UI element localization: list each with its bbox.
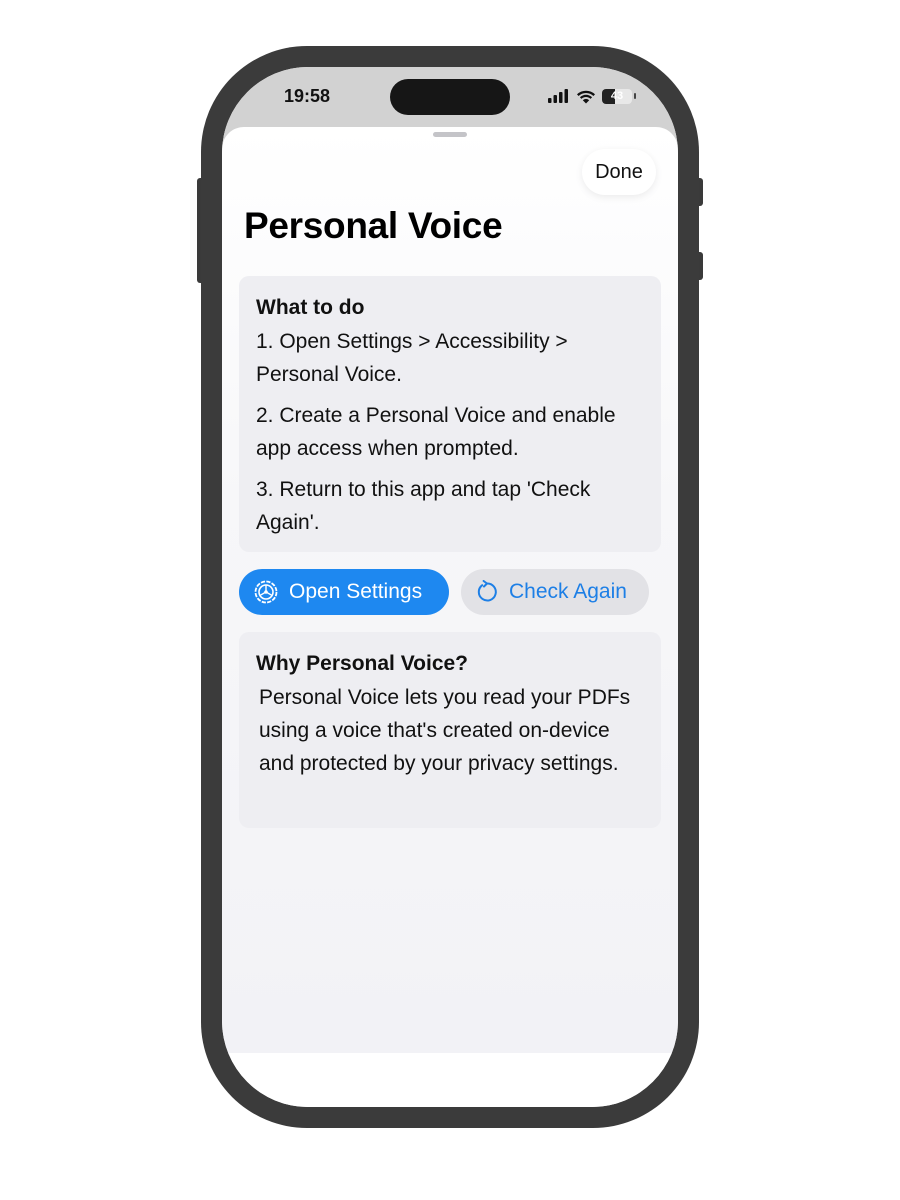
personal-voice-sheet: Done Personal Voice What to do 1. Open S… bbox=[222, 127, 678, 1053]
why-card: Why Personal Voice? Personal Voice lets … bbox=[239, 632, 661, 828]
open-settings-label: Open Settings bbox=[289, 580, 423, 603]
check-again-button[interactable]: Check Again bbox=[461, 569, 649, 615]
refresh-icon bbox=[477, 580, 497, 602]
instruction-step-2: 2. Create a Personal Voice and enable ap… bbox=[256, 404, 616, 460]
why-heading: Why Personal Voice? bbox=[256, 652, 468, 675]
wifi-icon bbox=[577, 90, 595, 103]
battery-percentage: 43 bbox=[610, 90, 624, 102]
instruction-step-3: 3. Return to this app and tap 'Check Aga… bbox=[256, 478, 591, 534]
battery-icon: 43 bbox=[602, 88, 632, 104]
signal-icon bbox=[548, 89, 568, 103]
phone-screen: 19:58 43 Done Personal Voice What to do … bbox=[222, 67, 678, 1107]
action-buttons: Open Settings Check Again bbox=[239, 569, 649, 615]
dynamic-island bbox=[390, 79, 510, 115]
instructions-card: What to do 1. Open Settings > Accessibil… bbox=[239, 276, 661, 552]
instruction-step-1: 1. Open Settings > Accessibility > Perso… bbox=[256, 330, 568, 386]
battery-cap bbox=[634, 93, 636, 99]
check-again-label: Check Again bbox=[509, 580, 627, 603]
home-indicator-area bbox=[222, 1053, 678, 1107]
why-body: Personal Voice lets you read your PDFs u… bbox=[259, 686, 631, 775]
gear-icon bbox=[254, 580, 278, 604]
stage: 19:58 43 Done Personal Voice What to do … bbox=[0, 0, 900, 1200]
instructions-heading: What to do bbox=[256, 296, 365, 319]
open-settings-button[interactable]: Open Settings bbox=[239, 569, 449, 615]
status-icons: 43 bbox=[548, 87, 636, 105]
phone-frame: 19:58 43 Done Personal Voice What to do … bbox=[201, 46, 699, 1128]
sheet-grabber[interactable] bbox=[433, 132, 467, 137]
done-button[interactable]: Done bbox=[582, 149, 656, 195]
page-title: Personal Voice bbox=[244, 205, 503, 246]
status-time: 19:58 bbox=[284, 86, 331, 106]
